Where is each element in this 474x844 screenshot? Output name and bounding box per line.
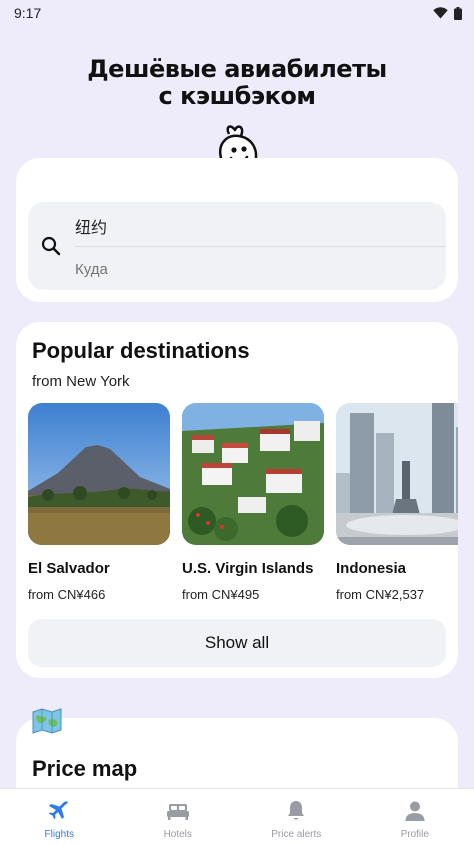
battery-icon <box>454 6 462 20</box>
status-bar: 9:17 <box>0 0 474 26</box>
destination-card[interactable]: Indonesia from CN¥2,537 <box>336 403 458 602</box>
bottom-nav: Flights Hotels Price alerts Profile <box>0 788 474 844</box>
nav-label: Price alerts <box>271 829 322 840</box>
destination-name: El Salvador <box>28 560 110 577</box>
nav-item-price-alerts[interactable]: Price alerts <box>237 789 356 844</box>
nav-label: Flights <box>44 829 74 840</box>
person-icon <box>405 801 425 821</box>
nav-label: Hotels <box>163 829 192 840</box>
destination-image <box>336 403 458 545</box>
destination-price: from CN¥2,537 <box>336 587 425 602</box>
field-divider <box>75 246 446 247</box>
origin-field[interactable]: 纽约 <box>75 214 107 238</box>
search-box[interactable]: 纽约 <box>28 202 446 290</box>
section-title: Price map <box>32 756 138 781</box>
map-icon <box>32 708 62 734</box>
wifi-icon <box>433 7 448 19</box>
destination-image <box>28 403 170 545</box>
airplane-icon <box>49 801 69 820</box>
destination-card[interactable]: U.S. Virgin Islands from CN¥495 <box>182 403 324 602</box>
destination-card[interactable]: El Salvador from CN¥466 <box>28 403 170 602</box>
destination-name: Indonesia <box>336 560 407 577</box>
nav-item-hotels[interactable]: Hotels <box>119 789 238 844</box>
search-icon <box>41 236 61 256</box>
search-card: 纽约 <box>16 158 458 302</box>
hero-title: Дешёвые авиабилеты с кэшбэком <box>87 55 387 110</box>
destination-name: U.S. Virgin Islands <box>182 560 314 577</box>
show-all-button[interactable]: Show all <box>28 619 446 667</box>
section-subtitle: from New York <box>32 373 130 390</box>
destination-field[interactable] <box>75 261 274 278</box>
section-title: Popular destinations <box>32 338 250 363</box>
bell-icon <box>288 801 305 820</box>
nav-label: Profile <box>400 829 429 840</box>
nav-item-profile[interactable]: Profile <box>356 789 474 844</box>
destination-price: from CN¥466 <box>28 587 106 602</box>
bed-icon <box>166 804 189 820</box>
destination-image <box>182 403 324 545</box>
popular-destinations-card: Popular destinations from New York El Sa… <box>16 322 458 678</box>
status-time: 9:17 <box>14 5 42 21</box>
nav-item-flights[interactable]: Flights <box>0 789 119 844</box>
destination-price: from CN¥495 <box>182 587 260 602</box>
